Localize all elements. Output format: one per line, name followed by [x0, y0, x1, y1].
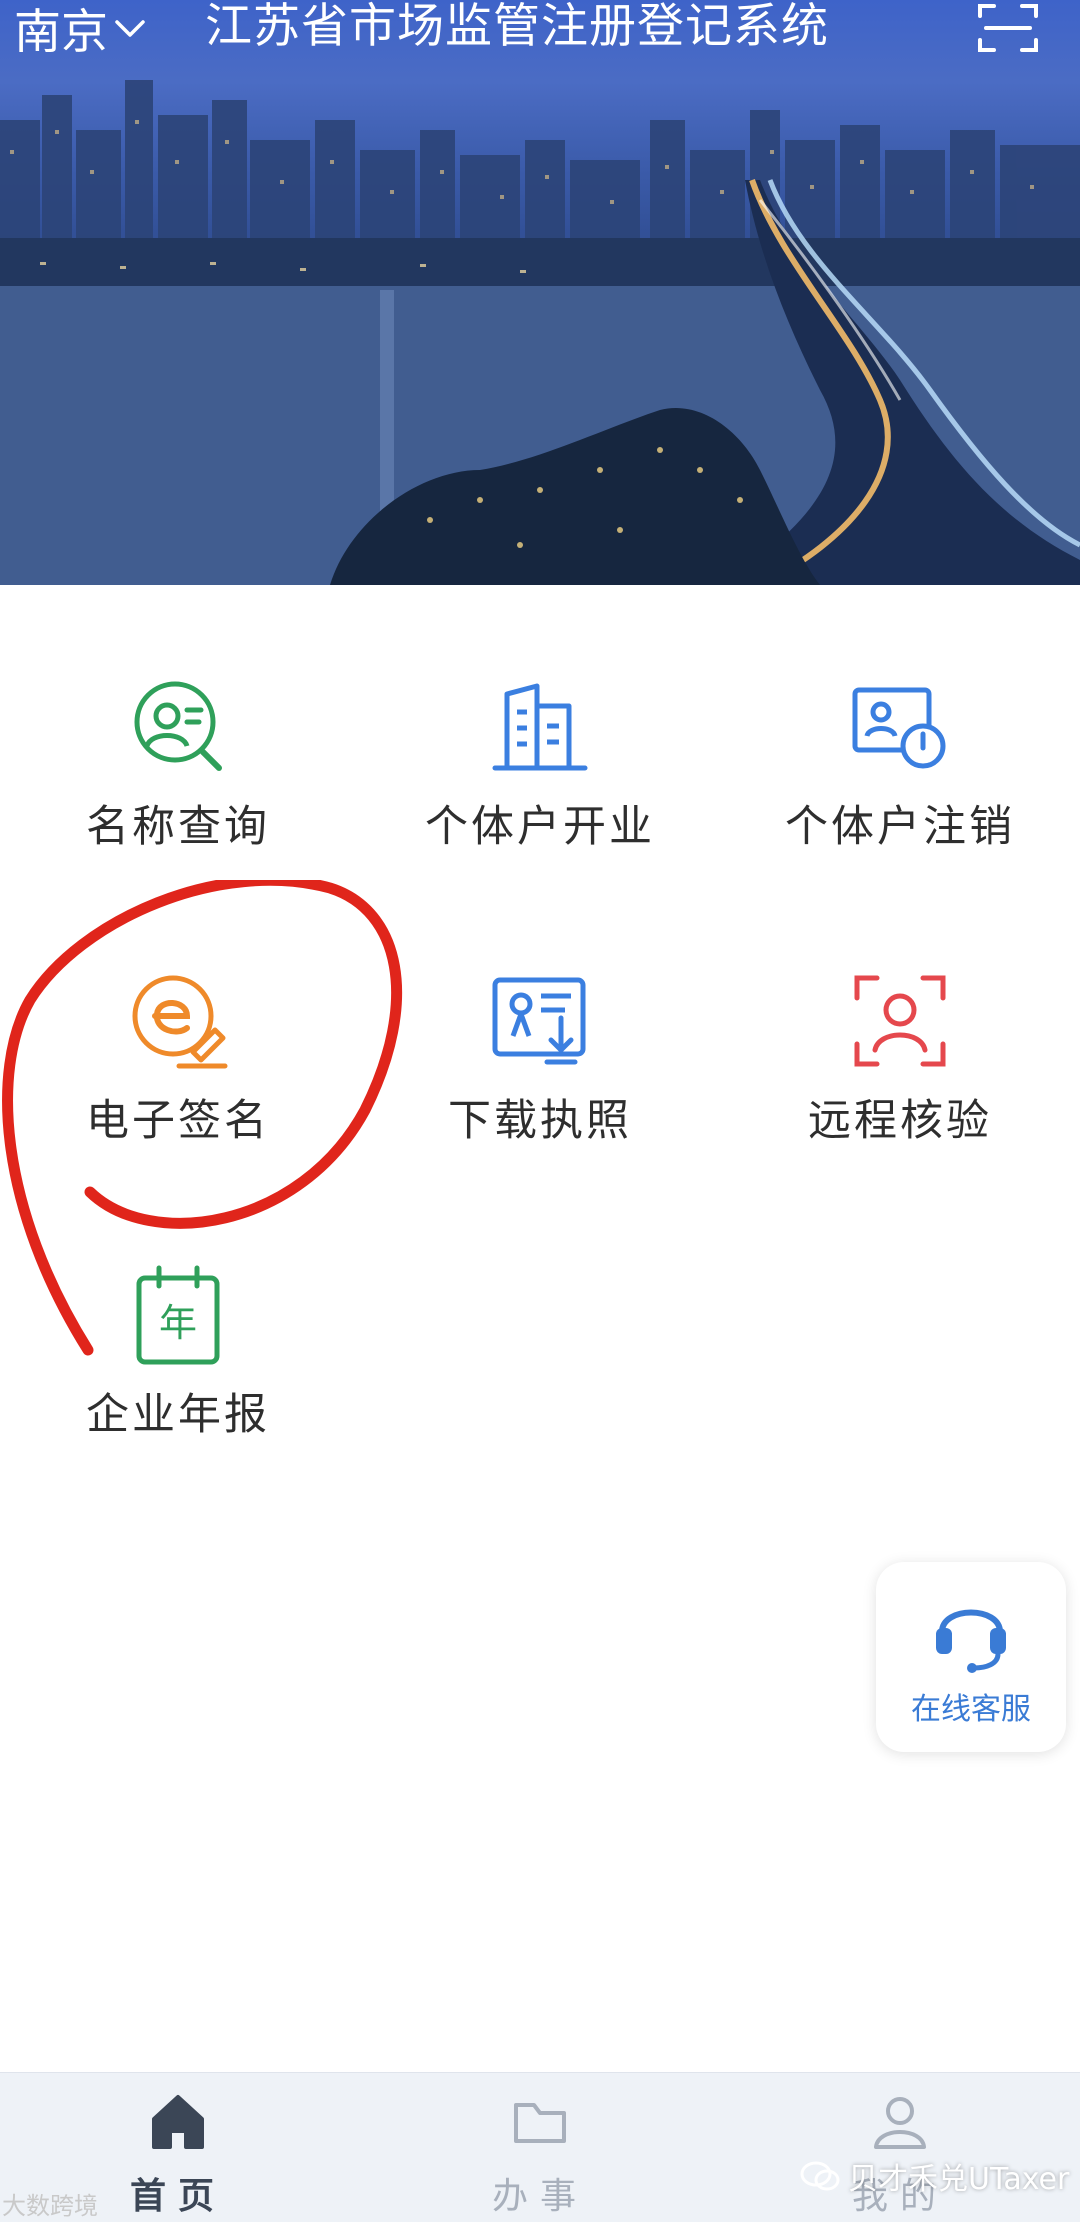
- app-title: 江苏省市场监管注册登记系统: [205, 0, 829, 54]
- service-label: 远程核验: [808, 1096, 992, 1146]
- city-label: 南京: [14, 4, 108, 60]
- tab-label: 首页: [129, 2176, 226, 2217]
- service-label: 个体户开业: [425, 802, 655, 852]
- tab-services[interactable]: 办事: [440, 2073, 640, 2222]
- service-download-license[interactable]: 下载执照: [380, 946, 700, 1176]
- service-label: 下载执照: [448, 1096, 632, 1146]
- annual-report-icon: 年: [136, 1265, 220, 1365]
- hero-banner: 南京 江苏省市场监管注册登记系统: [0, 0, 1080, 585]
- user-icon: [874, 2097, 926, 2149]
- home-icon: [152, 2095, 204, 2149]
- online-service-button[interactable]: 在线客服: [876, 1562, 1066, 1752]
- scan-icon: [978, 4, 1038, 52]
- name-search-icon: [134, 681, 222, 771]
- watermark-right: 贝才禾兑UTaxer: [800, 2154, 1069, 2198]
- service-remote-verify[interactable]: 远程核验: [740, 946, 1060, 1176]
- service-label: 名称查询: [86, 802, 270, 852]
- tab-home[interactable]: 首页: [78, 2073, 278, 2222]
- service-label: 电子签名: [86, 1096, 270, 1146]
- chevron-down-icon: [115, 20, 145, 37]
- tab-mine[interactable]: 我的: [800, 2073, 1000, 2222]
- wechat-icon: [800, 2161, 840, 2191]
- service-e-signature[interactable]: 电子签名: [18, 946, 338, 1176]
- watermark-right-text: 贝才禾兑UTaxer: [848, 2162, 1070, 2197]
- business-building-icon: [492, 683, 588, 771]
- city-selector[interactable]: 南京: [14, 2, 146, 60]
- service-label: 企业年报: [86, 1390, 270, 1440]
- online-service-label: 在线客服: [911, 1692, 1031, 1727]
- headset-icon: [936, 1609, 1006, 1673]
- folder-icon: [514, 2103, 566, 2143]
- service-business-open[interactable]: 个体户开业: [380, 652, 700, 882]
- scan-button[interactable]: [976, 2, 1040, 54]
- bottom-tab-bar: 首页 办事 我的: [0, 2072, 1080, 2222]
- e-signature-icon: [132, 975, 228, 1069]
- download-license-icon: [492, 977, 586, 1065]
- watermark-left: 大数跨境: [2, 2192, 98, 2220]
- service-label: 个体户注销: [785, 802, 1015, 852]
- tab-label: 办事: [491, 2176, 588, 2217]
- remote-verify-icon: [854, 975, 946, 1067]
- service-annual-report[interactable]: 年 企业年报: [18, 1240, 338, 1470]
- service-name-search[interactable]: 名称查询: [18, 652, 338, 882]
- service-business-close[interactable]: 个体户注销: [740, 652, 1060, 882]
- top-bar: 南京 江苏省市场监管注册登记系统: [0, 0, 1080, 90]
- svg-text:年: 年: [159, 1301, 197, 1345]
- deregister-icon: [852, 687, 946, 769]
